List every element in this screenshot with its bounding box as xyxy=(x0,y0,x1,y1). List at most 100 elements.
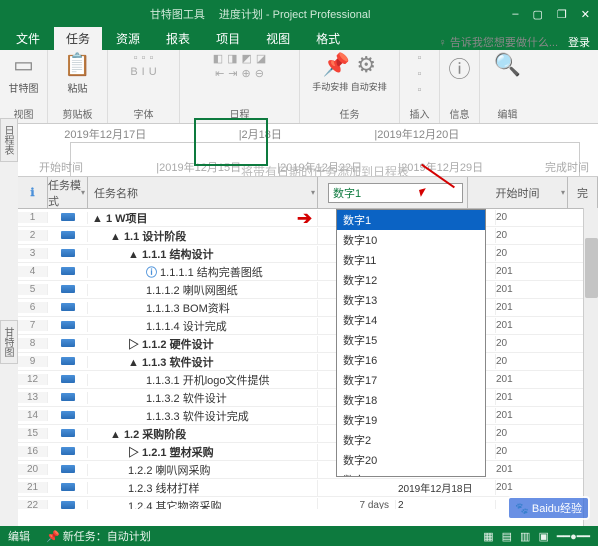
task-name-cell[interactable]: ▲ 1 W项目 xyxy=(88,210,318,226)
view-btn-1[interactable]: ▦ xyxy=(483,530,493,543)
finish-cell[interactable]: 20 xyxy=(496,248,526,259)
task-name-cell[interactable]: ▲ 1.2 采购阶段 xyxy=(88,426,318,442)
row-number[interactable]: 6 xyxy=(18,302,48,313)
view-btn-4[interactable]: ▣ xyxy=(538,530,548,543)
tab-file[interactable]: 文件 xyxy=(4,27,52,50)
table-row[interactable]: 61.1.1.3 BOM资料2019年12月17日201 xyxy=(18,299,598,317)
row-number[interactable]: 3 xyxy=(18,248,48,259)
start-cell[interactable]: 2 xyxy=(396,500,496,509)
info-button-icon[interactable]: ⓘ xyxy=(448,52,470,84)
col-finish[interactable]: 完 xyxy=(568,177,598,208)
window-min-icon[interactable]: – xyxy=(512,8,518,21)
window-max-icon[interactable]: ❐ xyxy=(557,8,567,21)
paste-icon[interactable]: 📋 xyxy=(64,52,91,78)
finish-cell[interactable]: 20 xyxy=(496,212,526,223)
table-row[interactable]: 2▲ 1.1 设计阶段2019年12月11日20 xyxy=(18,227,598,245)
finish-cell[interactable]: 20 xyxy=(496,428,526,439)
table-row[interactable]: 121.1.3.1 开机logo文件提供201 xyxy=(18,371,598,389)
tab-report[interactable]: 报表 xyxy=(154,27,202,50)
number-dropdown[interactable]: 数字1数字10数字11数字12数字13数字14数字15数字16数字17数字18数… xyxy=(336,209,486,477)
task-name-cell[interactable]: ⓘ 1.1.1.1 结构完善图纸 xyxy=(88,264,318,280)
table-row[interactable]: 71.1.1.4 设计完成2019年12月18日201 xyxy=(18,317,598,335)
dropdown-item[interactable]: 数字2 xyxy=(337,430,485,450)
table-row[interactable]: 16▷ 1.2.1 塑材采购2019年12月14日20 xyxy=(18,443,598,461)
task-name-cell[interactable]: 1.1.1.4 设计完成 xyxy=(88,318,318,334)
timeline-box[interactable]: 开始时间2019年12月11日 |2019年12月15日 |2019年12月22… xyxy=(70,142,580,177)
dropdown-item[interactable]: 数字12 xyxy=(337,270,485,290)
dropdown-item[interactable]: 数字17 xyxy=(337,370,485,390)
task-mode-cell[interactable] xyxy=(48,482,88,494)
row-number[interactable]: 21 xyxy=(18,482,48,493)
finish-cell[interactable]: 20 xyxy=(496,230,526,241)
tab-task[interactable]: 任务 xyxy=(54,27,102,50)
row-number[interactable]: 1 xyxy=(18,212,48,223)
table-row[interactable]: 51.1.1.2 喇叭网图纸2019年12月14日201 xyxy=(18,281,598,299)
dropdown-item[interactable]: 数字18 xyxy=(337,390,485,410)
finish-cell[interactable]: 201 xyxy=(496,284,526,295)
view-btn-3[interactable]: ▥ xyxy=(520,530,530,543)
task-name-cell[interactable]: ▲ 1.1.1 结构设计 xyxy=(88,246,318,262)
login-link[interactable]: 登录 xyxy=(568,34,590,50)
task-mode-cell[interactable] xyxy=(48,284,88,296)
table-row[interactable]: 141.1.3.3 软件设计完成2019年12月14日201 xyxy=(18,407,598,425)
row-number[interactable]: 20 xyxy=(18,464,48,475)
dropdown-item[interactable]: 数字14 xyxy=(337,310,485,330)
task-mode-cell[interactable] xyxy=(48,248,88,260)
col-name[interactable]: 任务名称▾ xyxy=(88,177,318,208)
task-mode-cell[interactable] xyxy=(48,356,88,368)
task-name-cell[interactable]: ▲ 1.1 设计阶段 xyxy=(88,228,318,244)
finish-cell[interactable]: 20 xyxy=(496,356,526,367)
table-row[interactable]: 211.2.3 线材打样2019年12月18日201 xyxy=(18,479,598,497)
task-mode-cell[interactable] xyxy=(48,212,88,224)
table-row[interactable]: 15▲ 1.2 采购阶段2019年12月14日20 xyxy=(18,425,598,443)
finish-cell[interactable]: 201 xyxy=(496,392,526,403)
dropdown-item[interactable]: 数字15 xyxy=(337,330,485,350)
finish-cell[interactable]: 20 xyxy=(496,446,526,457)
task-mode-cell[interactable] xyxy=(48,266,88,278)
row-number[interactable]: 12 xyxy=(18,374,48,385)
row-number[interactable]: 5 xyxy=(18,284,48,295)
table-row[interactable]: 131.1.3.2 软件设计2019年12月13日201 xyxy=(18,389,598,407)
task-mode-cell[interactable] xyxy=(48,302,88,314)
task-mode-cell[interactable] xyxy=(48,410,88,422)
finish-cell[interactable]: 201 xyxy=(496,410,526,421)
row-number[interactable]: 8 xyxy=(18,338,48,349)
finish-cell[interactable]: 201 xyxy=(496,482,526,493)
finish-cell[interactable]: 201 xyxy=(496,374,526,385)
task-name-cell[interactable]: 1.1.1.2 喇叭网图纸 xyxy=(88,282,318,298)
row-number[interactable]: 7 xyxy=(18,320,48,331)
tab-view[interactable]: 视图 xyxy=(254,27,302,50)
row-number[interactable]: 13 xyxy=(18,392,48,403)
task-mode-cell[interactable] xyxy=(48,320,88,332)
task-mode-cell[interactable] xyxy=(48,392,88,404)
scroll-icon[interactable]: 🔍 xyxy=(494,52,521,78)
tab-resource[interactable]: 资源 xyxy=(104,27,152,50)
task-name-cell[interactable]: 1.1.3.3 软件设计完成 xyxy=(88,408,318,424)
scrollbar-vertical[interactable] xyxy=(583,208,598,526)
duration-cell[interactable]: 7 days xyxy=(318,500,396,509)
table-row[interactable]: 9▲ 1.1.3 软件设计2019年12月11日20 xyxy=(18,353,598,371)
dropdown-item[interactable]: 数字1 xyxy=(337,210,485,230)
task-name-cell[interactable]: 1.1.3.2 软件设计 xyxy=(88,390,318,406)
window-close-icon[interactable]: ✕ xyxy=(581,8,590,21)
view-btn-2[interactable]: ▤ xyxy=(502,530,512,543)
finish-cell[interactable]: 201 xyxy=(496,302,526,313)
task-name-cell[interactable]: 1.2.3 线材打样 xyxy=(88,480,318,496)
col-start[interactable]: 开始时间▾ xyxy=(468,177,568,208)
task-mode-cell[interactable] xyxy=(48,464,88,476)
task-name-cell[interactable]: 1.2.2 喇叭网采购 xyxy=(88,462,318,478)
task-name-cell[interactable]: ▷ 1.1.2 硬件设计 xyxy=(88,336,318,352)
manual-icon[interactable]: 📌 xyxy=(323,52,350,78)
table-row[interactable]: 3▲ 1.1.1 结构设计2019年12月11日20 xyxy=(18,245,598,263)
dropdown-item[interactable]: 数字3 xyxy=(337,470,485,477)
task-mode-cell[interactable] xyxy=(48,428,88,440)
task-mode-cell[interactable] xyxy=(48,230,88,242)
table-row[interactable]: 4ⓘ 1.1.1.1 结构完善图纸2019年12月11日201 xyxy=(18,263,598,281)
finish-cell[interactable]: 201 xyxy=(496,320,526,331)
table-row[interactable]: 201.2.2 喇叭网采购201 xyxy=(18,461,598,479)
dropdown-item[interactable]: 数字13 xyxy=(337,290,485,310)
scrollbar-thumb[interactable] xyxy=(585,238,598,298)
col-info[interactable]: ℹ xyxy=(18,177,48,208)
dropdown-item[interactable]: 数字16 xyxy=(337,350,485,370)
row-number[interactable]: 4 xyxy=(18,266,48,277)
